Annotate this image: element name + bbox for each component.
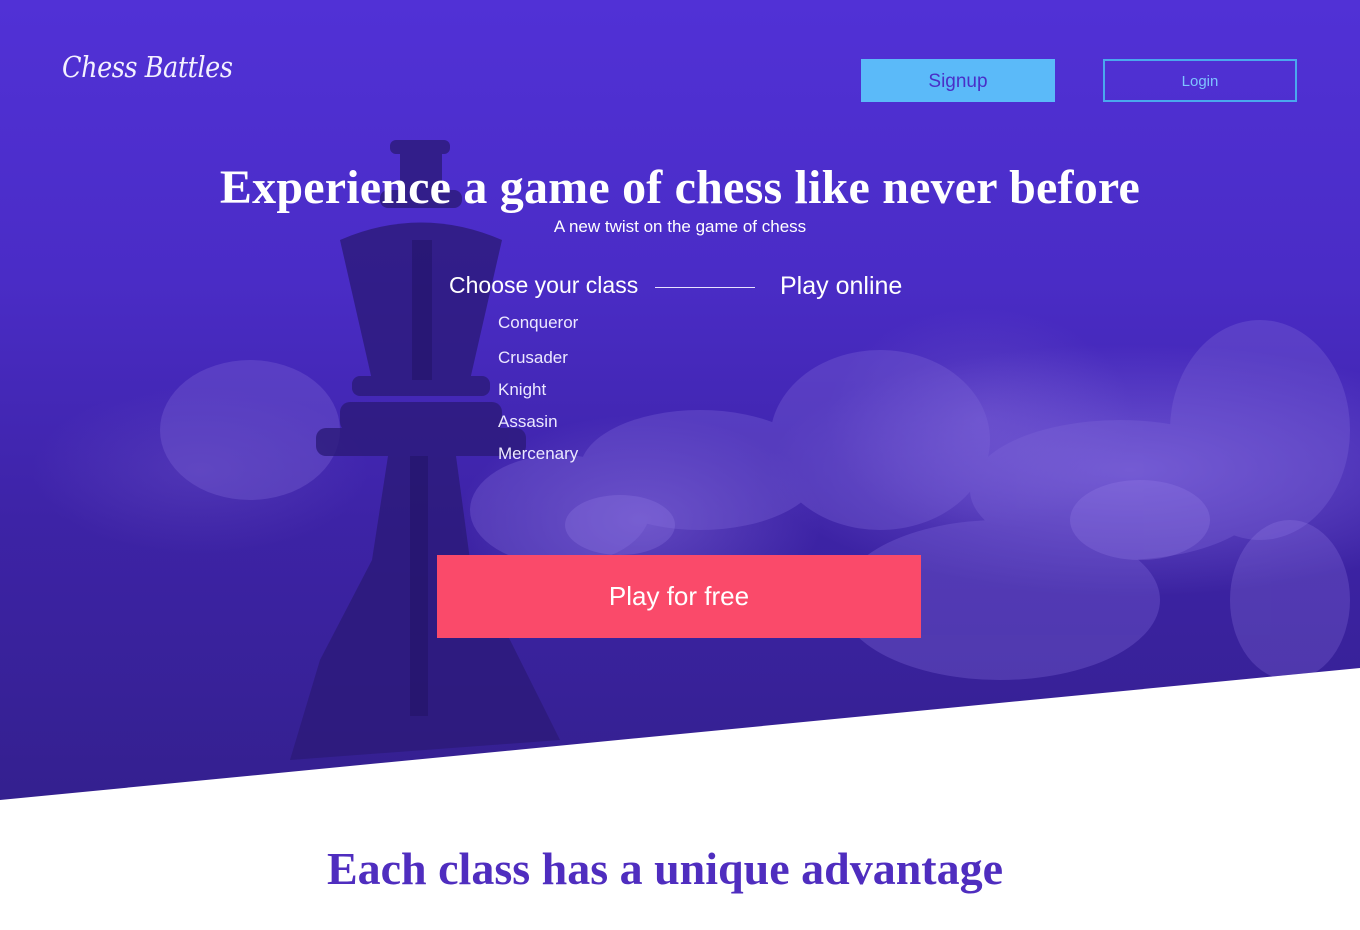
brand-logo[interactable]: Chess Battles [62, 50, 233, 84]
class-item-mercenary[interactable]: Mercenary [498, 444, 578, 464]
divider-line [655, 287, 755, 288]
section-title: Each class has a unique advantage [326, 843, 1004, 894]
signup-button[interactable]: Signup [861, 59, 1055, 102]
hero-section: Chess Battles Signup Login Experience a … [0, 0, 1360, 800]
class-item-conqueror[interactable]: Conqueror [498, 313, 578, 333]
play-for-free-button[interactable]: Play for free [437, 555, 921, 638]
class-item-knight[interactable]: Knight [498, 380, 546, 400]
class-item-assasin[interactable]: Assasin [498, 412, 558, 432]
class-item-crusader[interactable]: Crusader [498, 348, 568, 368]
play-online-link[interactable]: Play online [780, 272, 902, 301]
choose-class-label: Choose your class [449, 272, 639, 298]
login-button[interactable]: Login [1103, 59, 1297, 102]
chess-background-image [160, 140, 1350, 760]
hero-title: Experience a game of chess like never be… [219, 161, 1141, 214]
hero-subtitle: A new twist on the game of chess [553, 217, 807, 236]
